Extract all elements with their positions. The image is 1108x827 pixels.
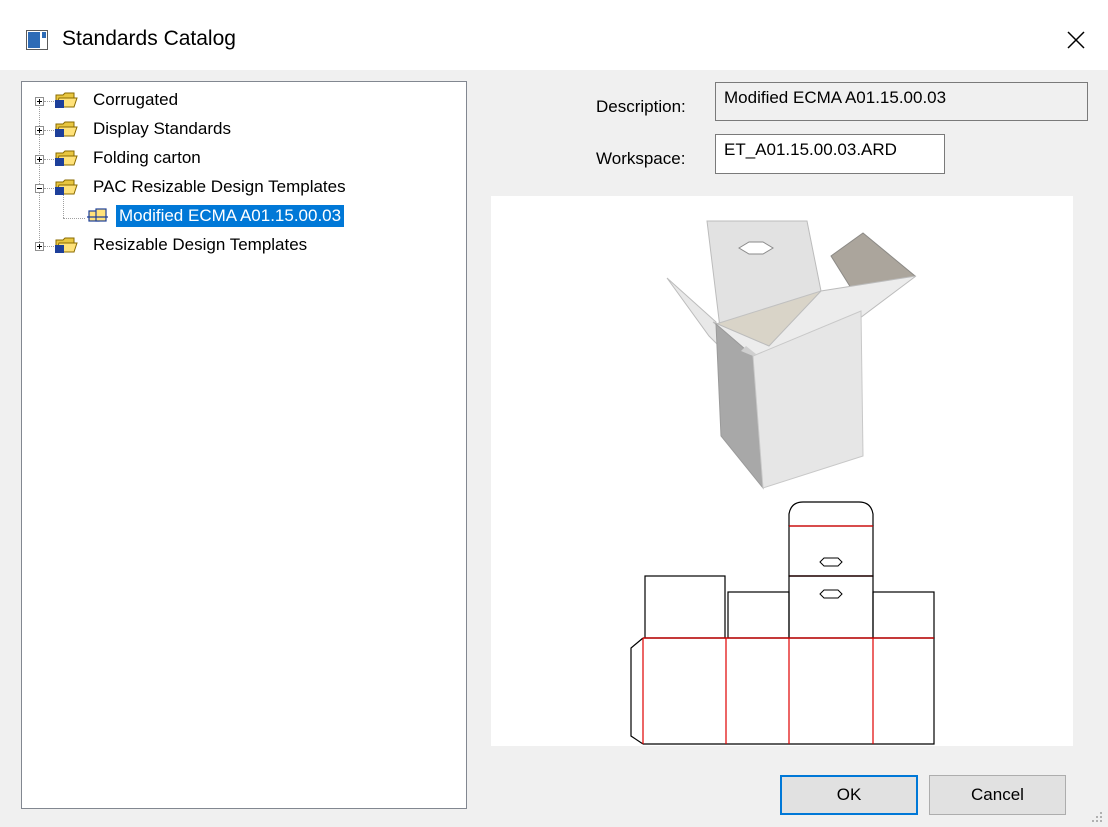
catalog-tree[interactable]: Corrugated Display Standards Folding car… xyxy=(21,81,467,809)
workspace-label: Workspace: xyxy=(596,149,686,168)
window-title: Standards Catalog xyxy=(62,27,236,50)
folder-icon xyxy=(55,121,78,137)
tree-item-modified-ecma[interactable]: Modified ECMA A01.15.00.03 xyxy=(116,203,345,229)
app-icon xyxy=(26,30,48,50)
cancel-button[interactable]: Cancel xyxy=(929,775,1066,815)
tree-item-label: PAC Resizable Design Templates xyxy=(93,177,346,196)
expand-toggle-display-standards[interactable] xyxy=(35,126,44,135)
close-button[interactable] xyxy=(1056,22,1096,58)
folder-icon xyxy=(55,92,78,108)
carton-dieline xyxy=(630,501,935,745)
tree-item-label: Corrugated xyxy=(93,90,179,109)
expand-toggle-folding-carton[interactable] xyxy=(35,155,44,164)
collapse-toggle-pac-templates[interactable] xyxy=(35,184,44,193)
tree-item-label: Display Standards xyxy=(93,119,231,138)
resize-grip-icon[interactable] xyxy=(1090,810,1104,824)
tree-item-corrugated[interactable]: Corrugated xyxy=(90,87,181,113)
expand-toggle-corrugated[interactable] xyxy=(35,97,44,106)
description-field[interactable]: Modified ECMA A01.15.00.03 xyxy=(715,82,1088,121)
tree-item-pac-resizable-design-templates[interactable]: PAC Resizable Design Templates xyxy=(90,174,349,200)
folder-icon xyxy=(55,179,78,195)
tree-item-display-standards[interactable]: Display Standards xyxy=(90,116,234,142)
workspace-field[interactable]: ET_A01.15.00.03.ARD xyxy=(715,134,945,174)
folder-icon xyxy=(55,237,78,253)
tree-item-resizable-design-templates[interactable]: Resizable Design Templates xyxy=(90,232,310,258)
design-icon xyxy=(87,208,108,222)
tree-item-label: Folding carton xyxy=(93,148,201,167)
tree-item-label: Resizable Design Templates xyxy=(93,235,308,254)
design-preview xyxy=(491,196,1073,746)
ok-button[interactable]: OK xyxy=(780,775,918,815)
tree-item-label: Modified ECMA A01.15.00.03 xyxy=(116,205,345,227)
folder-icon xyxy=(55,150,78,166)
title-bar: Standards Catalog xyxy=(0,0,1108,70)
carton-3d-preview xyxy=(630,220,935,745)
expand-toggle-resizable-templates[interactable] xyxy=(35,242,44,251)
close-icon xyxy=(1067,31,1085,49)
description-label: Description: xyxy=(596,97,686,116)
carton-3d-model xyxy=(666,220,917,490)
tree-item-folding-carton[interactable]: Folding carton xyxy=(90,145,204,171)
